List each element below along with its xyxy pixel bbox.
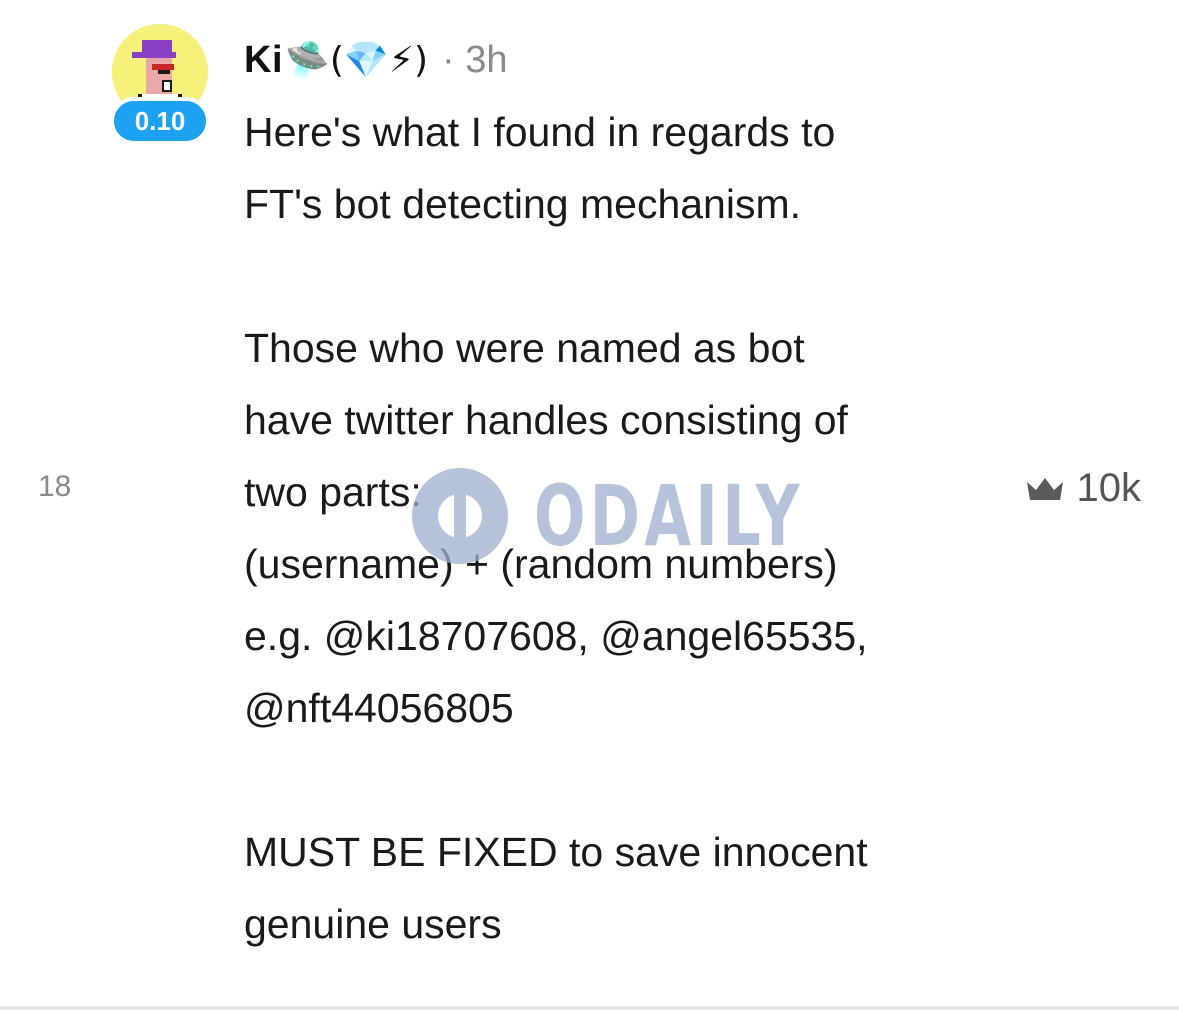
body-line: genuine users [244,901,502,947]
body-line: (username) + (random numbers) [244,541,838,587]
crown-icon [1026,477,1063,500]
crown-count: 10k [1076,466,1142,510]
body-line: Here's what I found in regards to [244,109,836,155]
body-line: MUST BE FIXED to save innocent [244,829,868,875]
author-name[interactable]: Ki [244,39,283,82]
post-timestamp: · 3h [442,38,508,81]
body-line: @nft44056805 [244,685,514,731]
post-body: Here's what I found in regards to FT's b… [244,96,984,960]
body-line: Those who were named as bot [244,325,805,371]
reply-count[interactable]: 18 [38,470,71,504]
body-line: e.g. @ki18707608, @angel65535, [244,613,868,659]
reputation-badge: 0.10 [110,97,210,145]
body-line: two parts: [244,469,422,515]
author-name-emoji: 🛸(💎⚡) [285,40,429,81]
crown-button[interactable]: 10k [1025,466,1142,511]
body-line: have twitter handles consisting of [244,397,848,443]
post-card[interactable]: 0.10 Ki 🛸(💎⚡) · 3h Here's what I found i… [0,0,1179,1006]
divider [0,1006,1179,1010]
body-line: FT's bot detecting mechanism. [244,181,802,227]
post-header: Ki 🛸(💎⚡) · 3h [244,32,508,88]
